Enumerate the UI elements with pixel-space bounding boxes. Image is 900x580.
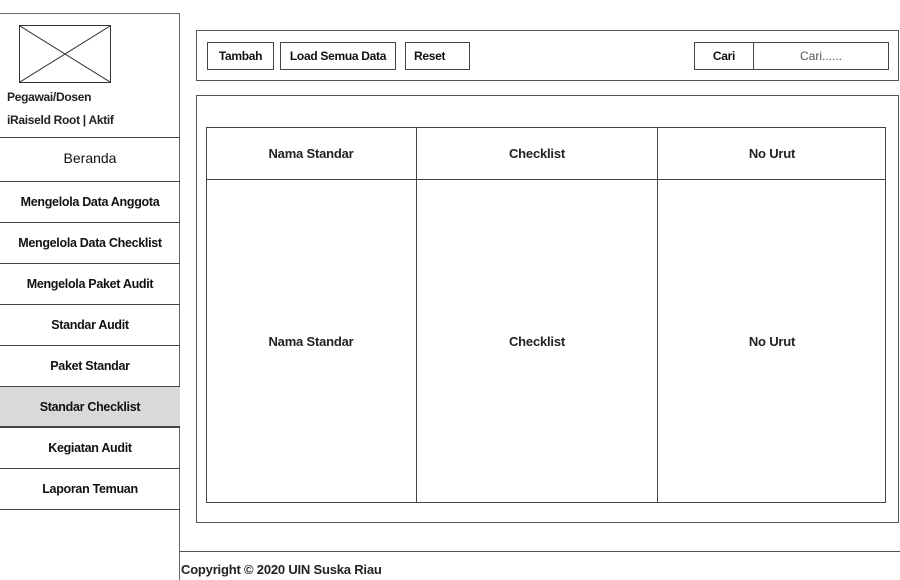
- table-cell-no-urut: No Urut: [748, 333, 796, 349]
- sidebar-item-standar-audit[interactable]: Standar Audit: [0, 304, 180, 345]
- table-header-nama-standar[interactable]: Nama Standar: [206, 128, 416, 179]
- add-button[interactable]: Tambah: [207, 42, 274, 70]
- sidebar-item-mengelola-paket-audit[interactable]: Mengelola Paket Audit: [0, 263, 180, 304]
- search-input[interactable]: Cari......: [753, 42, 889, 70]
- sidebar-item-mengelola-data-anggota[interactable]: Mengelola Data Anggota: [0, 181, 180, 222]
- sidebar-divider: [0, 509, 180, 510]
- sidebar-item-standar-checklist[interactable]: Standar Checklist: [0, 386, 180, 427]
- footer-divider: [180, 551, 900, 552]
- sidebar-item-mengelola-data-checklist[interactable]: Mengelola Data Checklist: [0, 222, 180, 263]
- table-cell-nama-standar: Nama Standar: [268, 333, 354, 349]
- logo-placeholder-image: [19, 25, 111, 83]
- sidebar-item-laporan-temuan[interactable]: Laporan Temuan: [0, 468, 180, 509]
- user-role: Pegawai/Dosen: [7, 90, 92, 104]
- sidebar-item-beranda[interactable]: Beranda: [0, 137, 180, 178]
- load-all-data-button[interactable]: Load Semua Data: [280, 42, 396, 70]
- sidebar-item-kegiatan-audit[interactable]: Kegiatan Audit: [0, 427, 180, 468]
- search-button[interactable]: Cari: [694, 42, 754, 70]
- footer-copyright: Copyright © 2020 UIN Suska Riau: [181, 562, 382, 577]
- reset-button[interactable]: Reset: [405, 42, 470, 70]
- sidebar-item-paket-standar[interactable]: Paket Standar: [0, 345, 180, 386]
- table-header-no-urut[interactable]: No Urut: [658, 128, 886, 179]
- user-status: iRaiseld Root | Aktif: [7, 113, 114, 127]
- table-header-checklist[interactable]: Checklist: [417, 128, 657, 179]
- table-cell-checklist: Checklist: [508, 333, 565, 349]
